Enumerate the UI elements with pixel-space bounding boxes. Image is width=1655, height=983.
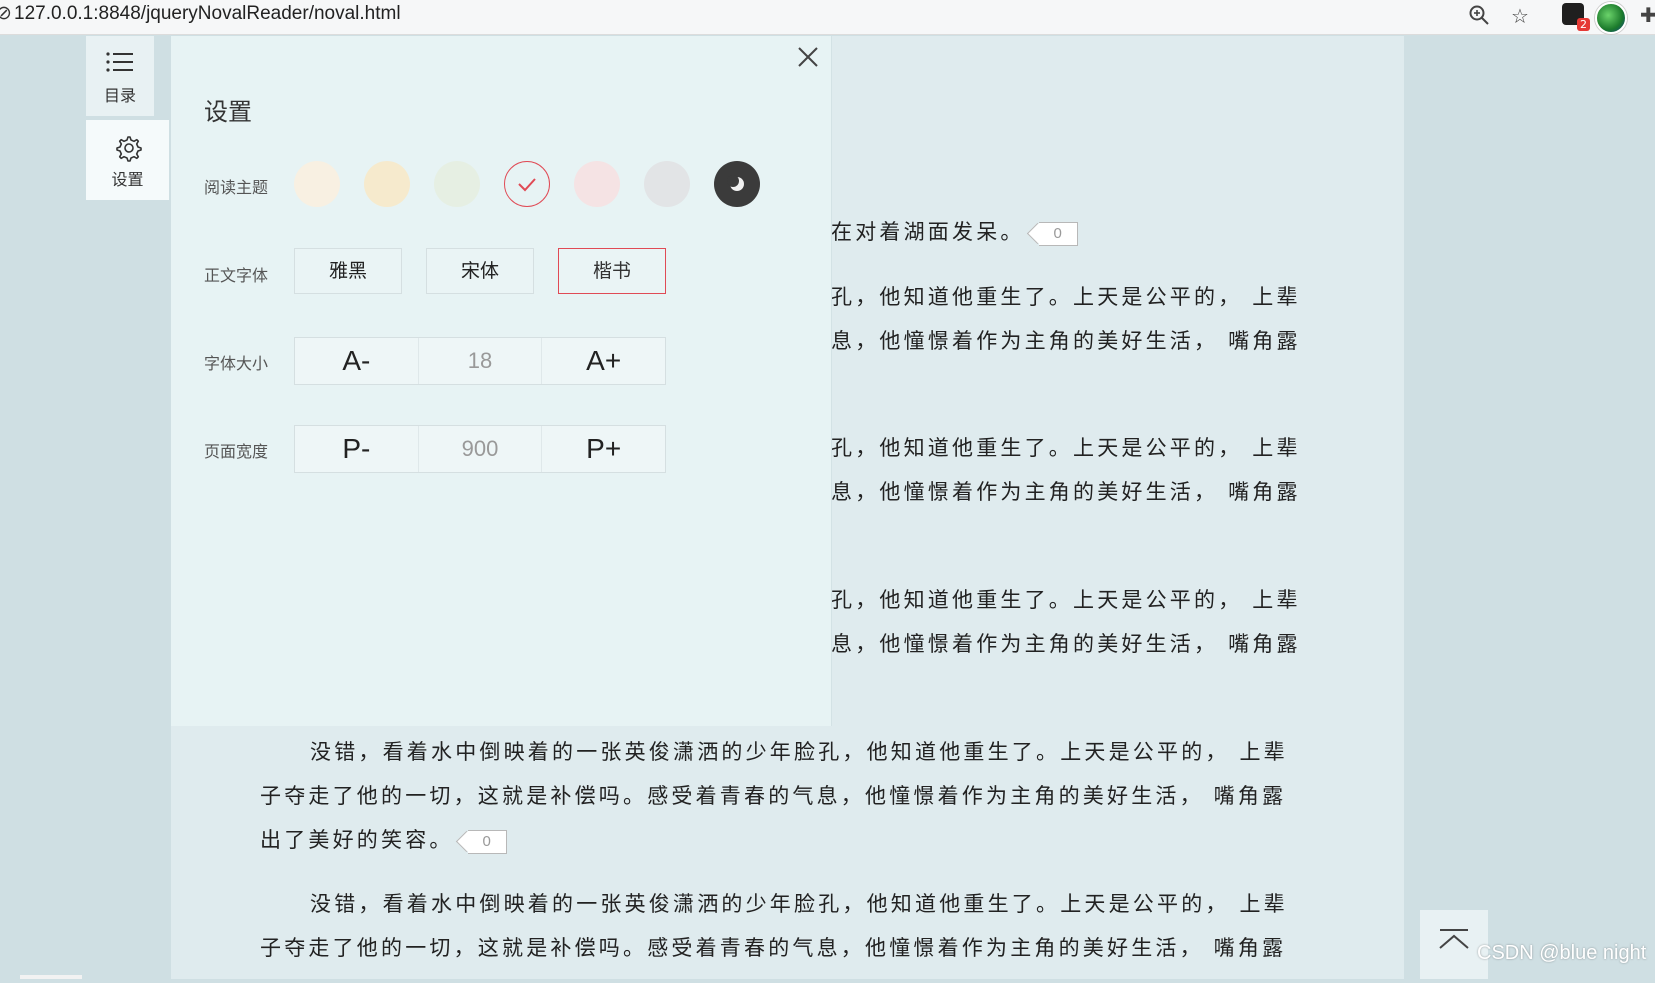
settings-panel: 设置 阅读主题 正文字体 雅黑 宋体 楷书 字体大小 A- 18 A+ 页面宽度… bbox=[171, 36, 832, 726]
extension-badge-count: 2 bbox=[1577, 18, 1590, 31]
font-size-stepper: A- 18 A+ bbox=[294, 337, 666, 385]
font-songti-button[interactable]: 宋体 bbox=[426, 248, 534, 294]
moon-icon bbox=[727, 175, 744, 191]
theme-swatch[interactable] bbox=[434, 161, 480, 207]
text-fragment: 出了美好的笑容。 bbox=[260, 828, 454, 852]
list-icon bbox=[106, 52, 133, 72]
font-size-increase-button[interactable]: A+ bbox=[542, 338, 665, 384]
theme-swatch[interactable] bbox=[574, 161, 620, 207]
theme-swatch[interactable] bbox=[294, 161, 340, 207]
sidebar-item-label: 设置 bbox=[111, 170, 144, 189]
sidebar-item-settings[interactable]: 设置 bbox=[86, 120, 169, 200]
text-line: 息，他憧憬着作为主角的美好生活， 嘴角露 bbox=[831, 632, 1301, 656]
sidebar-item-label: 目录 bbox=[103, 86, 136, 105]
page-width-stepper: P- 900 P+ bbox=[294, 425, 666, 473]
zoom-icon[interactable] bbox=[1467, 4, 1491, 28]
site-info-icon[interactable]: ⊘ bbox=[0, 2, 12, 24]
text-line: 出了美好的笑容。 0 bbox=[260, 818, 507, 862]
comment-count-badge[interactable]: 0 bbox=[1038, 221, 1078, 246]
text-line: 息，他憧憬着作为主角的美好生活， 嘴角露 bbox=[831, 480, 1301, 504]
font-yahei-button[interactable]: 雅黑 bbox=[294, 248, 402, 294]
watermark-text: CSDN @blue night bbox=[1477, 942, 1647, 964]
address-bar[interactable]: 127.0.0.1:8848/jqueryNovalReader/noval.h… bbox=[14, 3, 401, 25]
browser-toolbar: ⊘ 127.0.0.1:8848/jqueryNovalReader/noval… bbox=[0, 0, 1655, 35]
sidebar-item-toc[interactable]: 目录 bbox=[86, 36, 154, 116]
extension-icon[interactable]: 2 bbox=[1562, 3, 1590, 31]
font-label: 正文字体 bbox=[204, 266, 269, 285]
theme-swatch[interactable] bbox=[504, 161, 550, 207]
page-width-value: 900 bbox=[417, 426, 543, 472]
font-size-decrease-button[interactable]: A- bbox=[295, 338, 418, 384]
gear-icon bbox=[116, 136, 142, 162]
text-line: 子夺走了他的一切，这就是补偿吗。感受着青春的气息，他憧憬着作为主角的美好生活， … bbox=[260, 936, 1287, 960]
divider bbox=[20, 975, 82, 979]
text-line: 息，他憧憬着作为主角的美好生活， 嘴角露 bbox=[831, 329, 1301, 353]
close-icon[interactable] bbox=[793, 42, 823, 72]
text-line: 子夺走了他的一切，这就是补偿吗。感受着青春的气息，他憧憬着作为主角的美好生活， … bbox=[260, 784, 1287, 808]
page-width-label: 页面宽度 bbox=[204, 442, 269, 461]
theme-swatch[interactable] bbox=[714, 161, 760, 207]
font-size-label: 字体大小 bbox=[204, 354, 269, 373]
font-size-value: 18 bbox=[417, 338, 543, 384]
font-kaishu-button[interactable]: 楷书 bbox=[558, 248, 666, 294]
page-width-increase-button[interactable]: P+ bbox=[542, 426, 665, 472]
text-line: 孔，他知道他重生了。上天是公平的， 上辈 bbox=[831, 285, 1301, 309]
text-line: 没错，看着水中倒映着的一张英俊潇洒的少年脸孔，他知道他重生了。上天是公平的， 上… bbox=[310, 740, 1288, 764]
theme-swatch[interactable] bbox=[364, 161, 410, 207]
theme-swatch[interactable] bbox=[644, 161, 690, 207]
bookmark-star-icon[interactable]: ☆ bbox=[1508, 4, 1532, 28]
page-width-decrease-button[interactable]: P- bbox=[295, 426, 418, 472]
panel-title: 设置 bbox=[204, 98, 252, 126]
check-icon bbox=[518, 178, 536, 192]
text-line: 没错，看着水中倒映着的一张英俊潇洒的少年脸孔，他知道他重生了。上天是公平的， 上… bbox=[310, 892, 1288, 916]
text-line: 孔，他知道他重生了。上天是公平的， 上辈 bbox=[831, 436, 1301, 460]
extensions-puzzle-icon[interactable]: ✚ bbox=[1640, 3, 1655, 27]
comment-count-badge[interactable]: 0 bbox=[467, 829, 507, 854]
text-fragment: 在对着湖面发呆。 bbox=[831, 220, 1025, 244]
profile-avatar[interactable] bbox=[1595, 2, 1627, 34]
theme-label: 阅读主题 bbox=[204, 178, 269, 197]
text-line: 孔，他知道他重生了。上天是公平的， 上辈 bbox=[831, 588, 1301, 612]
text-line: 在对着湖面发呆。 0 bbox=[831, 210, 1078, 254]
